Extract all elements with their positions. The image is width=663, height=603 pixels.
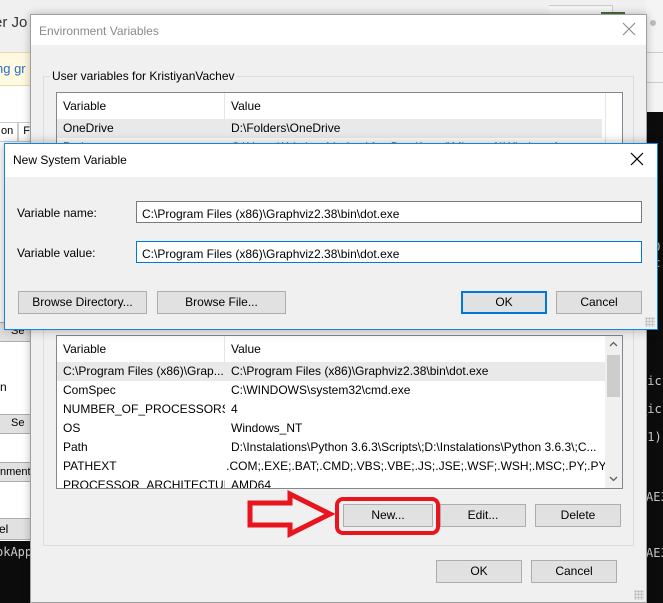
dialog-titlebar[interactable]: New System Variable <box>5 144 657 177</box>
terminal-line: AE3 <box>646 490 663 504</box>
user-variables-label: User variables for KristiyanVachev <box>50 69 237 83</box>
background-terminal: okApp <box>0 541 32 603</box>
row-variable: ComSpec <box>63 383 116 397</box>
background-button-label: Se <box>11 417 25 429</box>
row-value: C:\WINDOWS\system32\cmd.exe <box>231 383 411 397</box>
background-banner: ng gr <box>0 52 32 86</box>
column-header-variable[interactable]: Variable <box>57 93 225 119</box>
edit-button[interactable]: Edit... <box>440 504 526 527</box>
variable-value-input[interactable] <box>136 241 642 263</box>
background-tab[interactable]: on <box>0 122 19 142</box>
ok-button[interactable]: OK <box>436 560 522 583</box>
background-divider <box>646 82 663 83</box>
background-terminal-text: okApp <box>0 545 32 559</box>
row-value: .COM;.EXE;.BAT;.CMD;.VBS;.VBE;.JS;.JSE;.… <box>226 459 606 473</box>
new-system-variable-dialog: New System Variable Variable name: Varia… <box>4 143 658 330</box>
row-value: 4 <box>231 402 238 416</box>
system-variables-list[interactable]: Variable Value C:\Program Files (x86)\Gr… <box>56 335 623 489</box>
dialog-cancel-button[interactable]: Cancel <box>556 291 642 314</box>
background-tabs: on F <box>0 122 32 142</box>
row-variable: PROCESSOR_ARCHITECTURE <box>63 478 225 489</box>
variable-name-label: Variable name: <box>17 206 97 220</box>
system-variable-row[interactable]: ComSpec C:\WINDOWS\system32\cmd.exe <box>57 381 606 400</box>
delete-button[interactable]: Delete <box>535 504 621 527</box>
resize-grip-icon[interactable] <box>634 590 644 600</box>
terminal-line: _ic <box>646 374 662 388</box>
background-label: n <box>0 380 7 394</box>
resize-grip-icon[interactable] <box>645 317 655 327</box>
system-variable-row[interactable]: OS Windows_NT <box>57 419 606 438</box>
browse-directory-button[interactable]: Browse Directory... <box>18 291 147 314</box>
terminal-line: AE3 <box>646 546 663 560</box>
cancel-button[interactable]: Cancel <box>531 560 617 583</box>
browse-file-button[interactable]: Browse File... <box>157 291 286 314</box>
variable-value-label: Variable value: <box>17 246 96 260</box>
background-title-fragment: er Jo <box>0 14 28 31</box>
background-banner-link[interactable]: ng gr <box>0 61 26 76</box>
variable-name-input[interactable] <box>136 201 642 223</box>
background-env-button[interactable]: nment <box>0 462 32 482</box>
row-variable: NUMBER_OF_PROCESSORS <box>63 402 225 416</box>
row-value: D:\Instalations\Python 3.6.3\Scripts\;D:… <box>231 440 597 454</box>
column-header-variable[interactable]: Variable <box>57 336 225 362</box>
system-variable-row[interactable]: PROCESSOR_ARCHITECTURE AMD64 <box>57 476 606 489</box>
background-settings-button-2[interactable]: Se <box>0 414 32 434</box>
system-variable-row[interactable]: Path D:\Instalations\Python 3.6.3\Script… <box>57 438 606 457</box>
scrollbar-thumb[interactable] <box>607 355 620 397</box>
column-header-value[interactable]: Value <box>225 336 622 362</box>
system-variable-row[interactable]: NUMBER_OF_PROCESSORS 4 <box>57 400 606 419</box>
dialog-ok-button[interactable]: OK <box>461 291 547 314</box>
background-dot <box>650 20 656 26</box>
close-icon[interactable] <box>620 21 638 39</box>
env-titlebar[interactable]: Environment Variables <box>31 15 646 45</box>
terminal-line: _ic <box>646 402 662 416</box>
system-list-scrollbar[interactable] <box>605 336 622 488</box>
row-value: Windows_NT <box>231 421 303 435</box>
env-window-title: Environment Variables <box>39 24 159 38</box>
row-value: D:\Folders\OneDrive <box>231 121 341 135</box>
row-value: C:\Program Files (x86)\Graphviz2.38\bin\… <box>231 364 489 378</box>
terminal-line: :1) <box>646 430 662 444</box>
scroll-down-icon[interactable] <box>605 471 622 488</box>
row-value: AMD64 <box>231 478 272 489</box>
system-variable-row[interactable]: C:\Program Files (x86)\Grap... C:\Progra… <box>57 362 606 381</box>
row-variable: OneDrive <box>63 121 114 135</box>
user-list-header: Variable Value <box>57 93 622 119</box>
row-variable: PATHEXT <box>63 459 117 473</box>
new-button[interactable]: New... <box>343 504 433 527</box>
background-divider <box>646 52 663 53</box>
dialog-title: New System Variable <box>13 153 127 167</box>
close-icon[interactable] <box>627 150 647 170</box>
row-variable: C:\Program Files (x86)\Grap... <box>63 364 224 378</box>
user-variable-row[interactable]: OneDrive D:\Folders\OneDrive <box>57 119 602 138</box>
system-list-header: Variable Value <box>57 336 622 362</box>
system-variable-row[interactable]: PATHEXT .COM;.EXE;.BAT;.CMD;.VBS;.VBE;.J… <box>57 457 606 476</box>
row-variable: OS <box>63 421 81 435</box>
column-header-value[interactable]: Value <box>225 93 622 119</box>
scroll-up-icon[interactable] <box>605 336 622 353</box>
row-variable: Path <box>63 440 88 454</box>
background-cancel-button[interactable]: el <box>0 518 32 540</box>
